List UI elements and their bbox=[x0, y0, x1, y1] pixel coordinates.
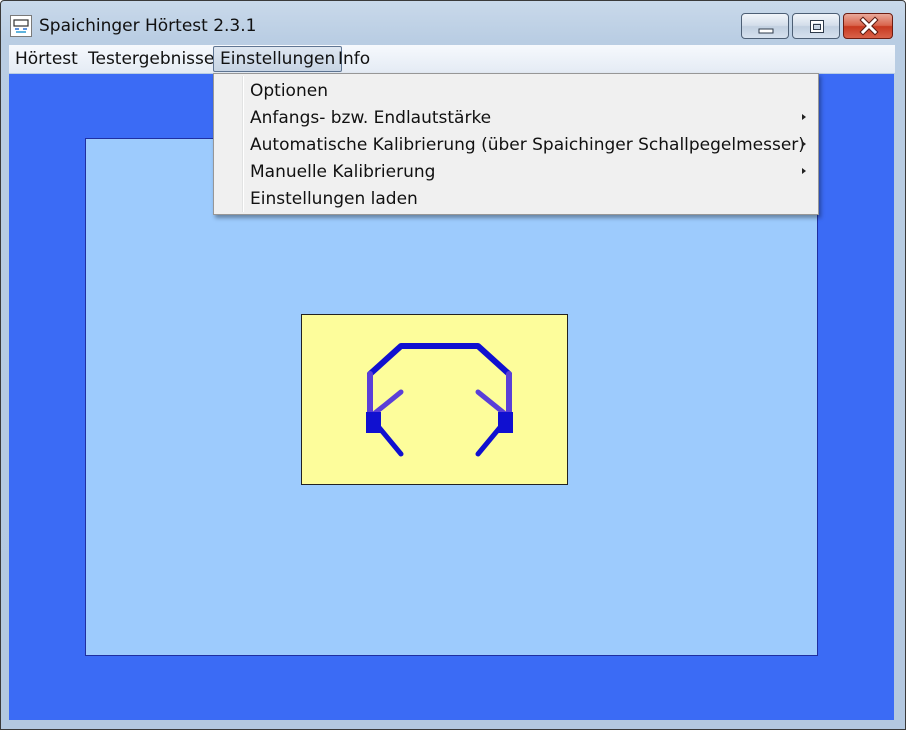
menu-testergebnisse[interactable]: Testergebnisse bbox=[82, 46, 220, 72]
menu-item-manuelle-kalibrierung[interactable]: Manuelle Kalibrierung bbox=[216, 159, 816, 185]
menu-info[interactable]: Info bbox=[332, 46, 376, 72]
minimize-icon bbox=[758, 28, 774, 34]
menu-bar: Hörtest Testergebnisse Einstellungen Inf… bbox=[9, 45, 895, 73]
chevron-right-icon bbox=[802, 114, 806, 120]
window-title: Spaichinger Hörtest 2.3.1 bbox=[39, 16, 257, 36]
headphones-image bbox=[301, 314, 568, 485]
menu-item-einstellungen-laden[interactable]: Einstellungen laden bbox=[216, 186, 816, 212]
menu-item-label: Manuelle Kalibrierung bbox=[250, 162, 436, 182]
chevron-right-icon bbox=[802, 168, 806, 174]
menu-item-automatische-kalibrierung[interactable]: Automatische Kalibrierung (über Spaichin… bbox=[216, 132, 816, 158]
einstellungen-dropdown-menu: Optionen Anfangs- bzw. Endlautstärke Aut… bbox=[213, 73, 819, 215]
menu-item-anfangs-endlautstaerke[interactable]: Anfangs- bzw. Endlautstärke bbox=[216, 105, 816, 131]
close-icon bbox=[859, 16, 879, 36]
maximize-icon bbox=[810, 20, 824, 33]
app-logo-icon[interactable] bbox=[10, 15, 32, 37]
content-panel bbox=[85, 138, 818, 656]
maximize-button[interactable] bbox=[792, 13, 840, 39]
menu-item-label: Automatische Kalibrierung (über Spaichin… bbox=[250, 135, 805, 155]
menu-item-label: Einstellungen laden bbox=[250, 189, 418, 209]
app-window: Spaichinger Hörtest 2.3.1 Hörtest Tester… bbox=[0, 0, 906, 730]
menu-item-label: Anfangs- bzw. Endlautstärke bbox=[250, 108, 492, 128]
title-bar[interactable]: Spaichinger Hörtest 2.3.1 bbox=[1, 1, 905, 43]
close-button[interactable] bbox=[843, 13, 893, 39]
menu-einstellungen[interactable]: Einstellungen bbox=[213, 46, 343, 72]
menu-hoertest[interactable]: Hörtest bbox=[9, 46, 84, 72]
chevron-right-icon bbox=[802, 141, 806, 147]
menu-item-optionen[interactable]: Optionen bbox=[216, 78, 816, 104]
minimize-button[interactable] bbox=[741, 13, 789, 39]
menu-item-label: Optionen bbox=[250, 81, 328, 101]
headphones-icon bbox=[366, 343, 513, 457]
